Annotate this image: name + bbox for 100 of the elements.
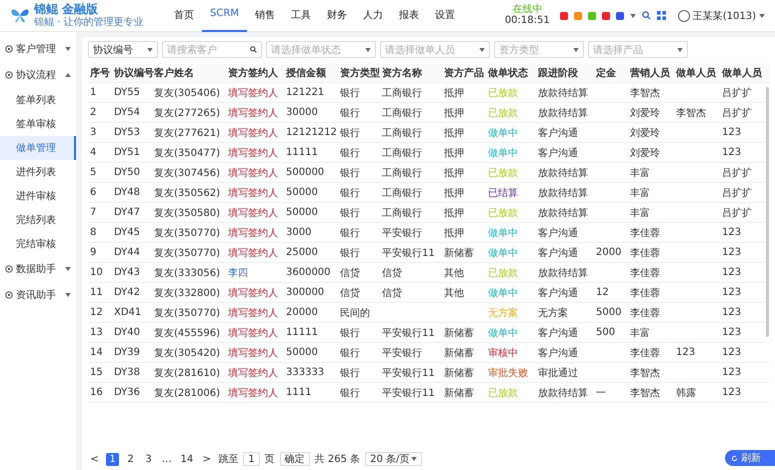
avatar-icon[interactable] bbox=[678, 10, 690, 22]
table-cell-text: 11 bbox=[89, 287, 104, 298]
search-icon[interactable] bbox=[250, 46, 257, 53]
sidebar-group[interactable]: 资讯助手 bbox=[0, 282, 76, 308]
table-cell-text: 平安银行11 bbox=[381, 246, 436, 260]
nav-tab[interactable]: 财务 bbox=[318, 0, 355, 32]
status-text: 审核中 bbox=[487, 346, 519, 360]
column-header: 做单状态 bbox=[486, 66, 529, 80]
table-cell-text: 6 bbox=[89, 187, 98, 198]
sidebar-item[interactable]: 签单列表 bbox=[0, 88, 76, 112]
table-cell-text: 50000 bbox=[285, 187, 319, 198]
table-cell-text: 500000 bbox=[285, 167, 326, 178]
signer-link[interactable]: 填写签约人 bbox=[226, 326, 284, 340]
quick-action-icon[interactable] bbox=[616, 12, 624, 20]
table-cell-text: DY43 bbox=[113, 267, 141, 278]
page-size-select[interactable]: 20 条/页 bbox=[365, 452, 422, 466]
refresh-button[interactable]: 刷新 bbox=[725, 450, 775, 466]
brand-slogan: 锦鲲 · 让你的管理更专业 bbox=[34, 16, 144, 28]
page-button[interactable]: 2 bbox=[124, 452, 137, 466]
signer-link[interactable]: 填写签约人 bbox=[226, 126, 284, 140]
signer-link[interactable]: 填写签约人 bbox=[226, 146, 284, 160]
sidebar-group[interactable]: 数据助手 bbox=[0, 256, 76, 282]
table-cell-text: 平安银行11 bbox=[381, 326, 436, 340]
nav-tab[interactable]: 销售 bbox=[246, 0, 283, 32]
prev-page-button[interactable]: < bbox=[88, 452, 101, 466]
page-button[interactable]: 1 bbox=[106, 452, 119, 466]
sidebar-group[interactable]: 客户管理 bbox=[0, 36, 76, 62]
page-button[interactable]: 3 bbox=[142, 452, 155, 466]
caret-icon bbox=[65, 293, 71, 297]
table-cell-text: 5 bbox=[89, 167, 98, 178]
sidebar-group[interactable]: 协议流程 bbox=[0, 62, 76, 88]
next-page-button[interactable]: > bbox=[200, 452, 214, 466]
table-cell-text: 刘爱玲 bbox=[629, 126, 661, 140]
signer-link[interactable]: 填写签约人 bbox=[226, 246, 284, 260]
page-button[interactable]: 14 bbox=[178, 452, 196, 466]
table-cell-text: 银行 bbox=[339, 126, 361, 140]
status-text: 审批失败 bbox=[487, 366, 529, 380]
status-text: 做单中 bbox=[487, 286, 519, 300]
status-text: 已放款 bbox=[487, 106, 519, 120]
table-cell-text: 50000 bbox=[285, 347, 319, 358]
table-cell-text: 4 bbox=[89, 147, 98, 158]
nav-tab[interactable]: 首页 bbox=[166, 0, 202, 32]
user-name[interactable]: 王某某(1013) bbox=[692, 8, 756, 22]
status-text: 已放款 bbox=[487, 386, 519, 400]
scrollbar[interactable] bbox=[766, 87, 769, 337]
signer-link[interactable]: 填写签约人 bbox=[226, 386, 284, 400]
signer-link[interactable]: 李四 bbox=[226, 266, 284, 280]
page-input[interactable]: 1 bbox=[243, 452, 260, 466]
sidebar-item[interactable]: 完结审核 bbox=[0, 232, 76, 256]
table-cell-text: 抵押 bbox=[443, 186, 465, 200]
nav-tab[interactable]: 工具 bbox=[282, 0, 319, 32]
table-cell-text: XD41 bbox=[113, 307, 142, 318]
signer-link[interactable]: 填写签约人 bbox=[226, 366, 284, 380]
status-text: 已放款 bbox=[487, 86, 519, 100]
quick-action-icon[interactable] bbox=[602, 12, 610, 20]
signer-link[interactable]: 填写签约人 bbox=[226, 206, 284, 220]
signer-link[interactable]: 填写签约人 bbox=[226, 226, 284, 240]
table-cell-text: 123 bbox=[721, 227, 742, 238]
signer-link[interactable]: 填写签约人 bbox=[226, 166, 284, 180]
sidebar-item[interactable]: 做单管理 bbox=[0, 136, 76, 160]
sidebar-item[interactable]: 完结列表 bbox=[0, 208, 76, 232]
table-cell-text: 放款待结算 bbox=[537, 166, 589, 180]
table-cell-text: 123 bbox=[721, 387, 742, 398]
table-cell-text: 复友(307456) bbox=[153, 166, 221, 180]
signer-link[interactable]: 填写签约人 bbox=[226, 186, 284, 200]
nav-tab[interactable]: 设置 bbox=[426, 0, 463, 32]
signer-link[interactable]: 填写签约人 bbox=[226, 106, 284, 120]
table-cell-text: 丰富 bbox=[629, 166, 651, 180]
nav-tab[interactable]: SCRM bbox=[202, 0, 247, 32]
sidebar-item[interactable]: 签单审核 bbox=[0, 112, 76, 136]
signer-link[interactable]: 填写签约人 bbox=[226, 86, 284, 100]
table-cell-text: 吕扩扩 bbox=[721, 86, 753, 100]
quick-action-icon[interactable] bbox=[560, 12, 568, 20]
nav-tab[interactable]: 报表 bbox=[390, 0, 427, 32]
column-header: 做单人员 bbox=[720, 66, 763, 80]
nav-tab[interactable]: 人力 bbox=[354, 0, 391, 32]
table-cell-text: 123 bbox=[721, 307, 742, 318]
signer-link[interactable]: 填写签约人 bbox=[226, 306, 284, 320]
signer-link[interactable]: 填写签约人 bbox=[226, 346, 284, 360]
table-cell-text: 银行 bbox=[339, 326, 361, 340]
confirm-button[interactable]: 确定 bbox=[280, 452, 310, 466]
table-cell-text: 吕扩扩 bbox=[721, 206, 753, 220]
sidebar-item[interactable]: 进件列表 bbox=[0, 160, 76, 184]
sidebar-item[interactable]: 进件审核 bbox=[0, 184, 76, 208]
signer-link[interactable]: 填写签约人 bbox=[226, 286, 284, 300]
column-header: 定金 bbox=[594, 66, 617, 80]
table-cell-text: 复友(333056) bbox=[153, 266, 221, 280]
filter-select[interactable]: 协议编号 bbox=[88, 41, 158, 58]
table-cell-text: 11111 bbox=[285, 147, 319, 158]
table-cell-text: 工商银行 bbox=[381, 146, 423, 160]
table-cell-text: 李佳蓉 bbox=[629, 226, 661, 240]
table-cell-text: 抵押 bbox=[443, 86, 465, 100]
table-cell-text: 银行 bbox=[339, 246, 361, 260]
table-cell-text: 放款待结算 bbox=[537, 186, 589, 200]
table-cell-text: 李佳蓉 bbox=[629, 286, 661, 300]
table-cell-text: 1 bbox=[89, 87, 98, 98]
grid-icon[interactable] bbox=[656, 11, 666, 20]
status-text: 已放款 bbox=[487, 266, 519, 280]
table-cell-text: 银行 bbox=[339, 386, 361, 400]
page-button[interactable]: ... bbox=[160, 452, 174, 466]
